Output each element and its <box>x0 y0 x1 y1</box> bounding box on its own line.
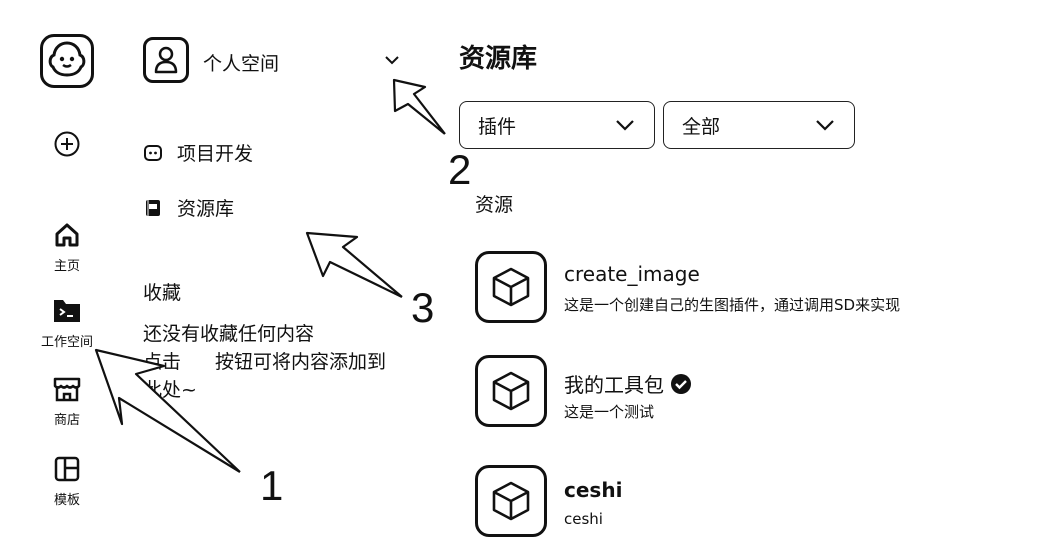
empty-line-2: 点击 按钮可将内容添加到 <box>143 348 413 376</box>
sidebar-item-label: 工作空间 <box>40 335 93 350</box>
scope-filter-select[interactable]: 全部 <box>663 101 855 149</box>
sidebar-item-home[interactable]: 主页 <box>36 221 98 274</box>
app-logo[interactable] <box>40 34 94 88</box>
menu-item-label: 资源库 <box>177 198 235 220</box>
template-icon <box>54 456 80 482</box>
cube-icon <box>492 481 530 521</box>
sidebar-item-workspace[interactable]: 工作空间 <box>36 297 98 350</box>
annotation-number-1: 1 <box>260 462 284 509</box>
store-icon <box>53 377 81 402</box>
chevron-down-icon <box>816 120 834 131</box>
empty-line-2a: 点击 <box>143 351 182 373</box>
cube-icon <box>492 267 530 307</box>
menu-item-projects[interactable]: 项目开发 <box>143 139 253 166</box>
user-icon <box>154 46 178 74</box>
favorites-title: 收藏 <box>143 282 182 304</box>
sidebar-item-label: 主页 <box>53 259 80 274</box>
plus-circle-icon <box>54 131 80 157</box>
robot-icon <box>144 144 162 161</box>
ghost-logo-icon <box>48 41 86 77</box>
chevron-down-icon <box>385 56 399 65</box>
sidebar-item-label: 商店 <box>53 413 80 428</box>
empty-line-1: 还没有收藏任何内容 <box>143 323 315 345</box>
type-filter-select[interactable]: 插件 <box>459 101 655 149</box>
resource-name[interactable]: create_image <box>564 262 700 286</box>
section-label: 资源 <box>475 194 514 216</box>
type-filter-value: 插件 <box>478 115 517 138</box>
page-title: 资源库 <box>459 44 538 74</box>
annotation-arrow-3 <box>305 231 403 298</box>
annotation-number-3: 3 <box>411 284 435 331</box>
menu-item-label: 项目开发 <box>177 143 254 165</box>
resource-name: 我的工具包 <box>564 373 664 397</box>
home-icon <box>55 223 79 247</box>
resource-name[interactable]: ceshi <box>564 478 622 502</box>
annotation-arrow-2 <box>392 78 446 135</box>
space-switcher-button[interactable] <box>382 52 402 71</box>
resource-item-icon[interactable] <box>475 355 547 427</box>
favorites-empty-message: 还没有收藏任何内容 点击 按钮可将内容添加到 此处~ <box>143 320 413 404</box>
verified-badge-icon <box>671 373 691 394</box>
resource-item-icon[interactable] <box>475 251 547 323</box>
menu-item-library[interactable]: 资源库 <box>143 194 234 221</box>
resource-description: ceshi <box>564 510 603 528</box>
space-name[interactable]: 个人空间 <box>203 49 279 76</box>
empty-line-3: 此处~ <box>143 379 197 401</box>
resource-description: 这是一个测试 <box>564 403 655 421</box>
sidebar-item-label: 模板 <box>53 493 80 508</box>
annotation-number-2: 2 <box>448 146 472 193</box>
library-icon <box>146 199 160 216</box>
chevron-down-icon <box>616 120 634 131</box>
resource-description: 这是一个创建自己的生图插件，通过调用SD来实现 <box>564 296 901 314</box>
sidebar-item-store[interactable]: 商店 <box>36 375 98 428</box>
create-button[interactable] <box>54 131 80 157</box>
scope-filter-value: 全部 <box>682 115 721 138</box>
resource-name-row[interactable]: 我的工具包 <box>564 369 692 398</box>
empty-line-2b: 按钮可将内容添加到 <box>215 351 387 373</box>
sidebar-item-template[interactable]: 模板 <box>36 455 98 508</box>
resource-item-icon[interactable] <box>475 465 547 537</box>
cube-icon <box>492 371 530 411</box>
space-avatar <box>143 37 189 83</box>
workspace-icon <box>54 300 80 322</box>
